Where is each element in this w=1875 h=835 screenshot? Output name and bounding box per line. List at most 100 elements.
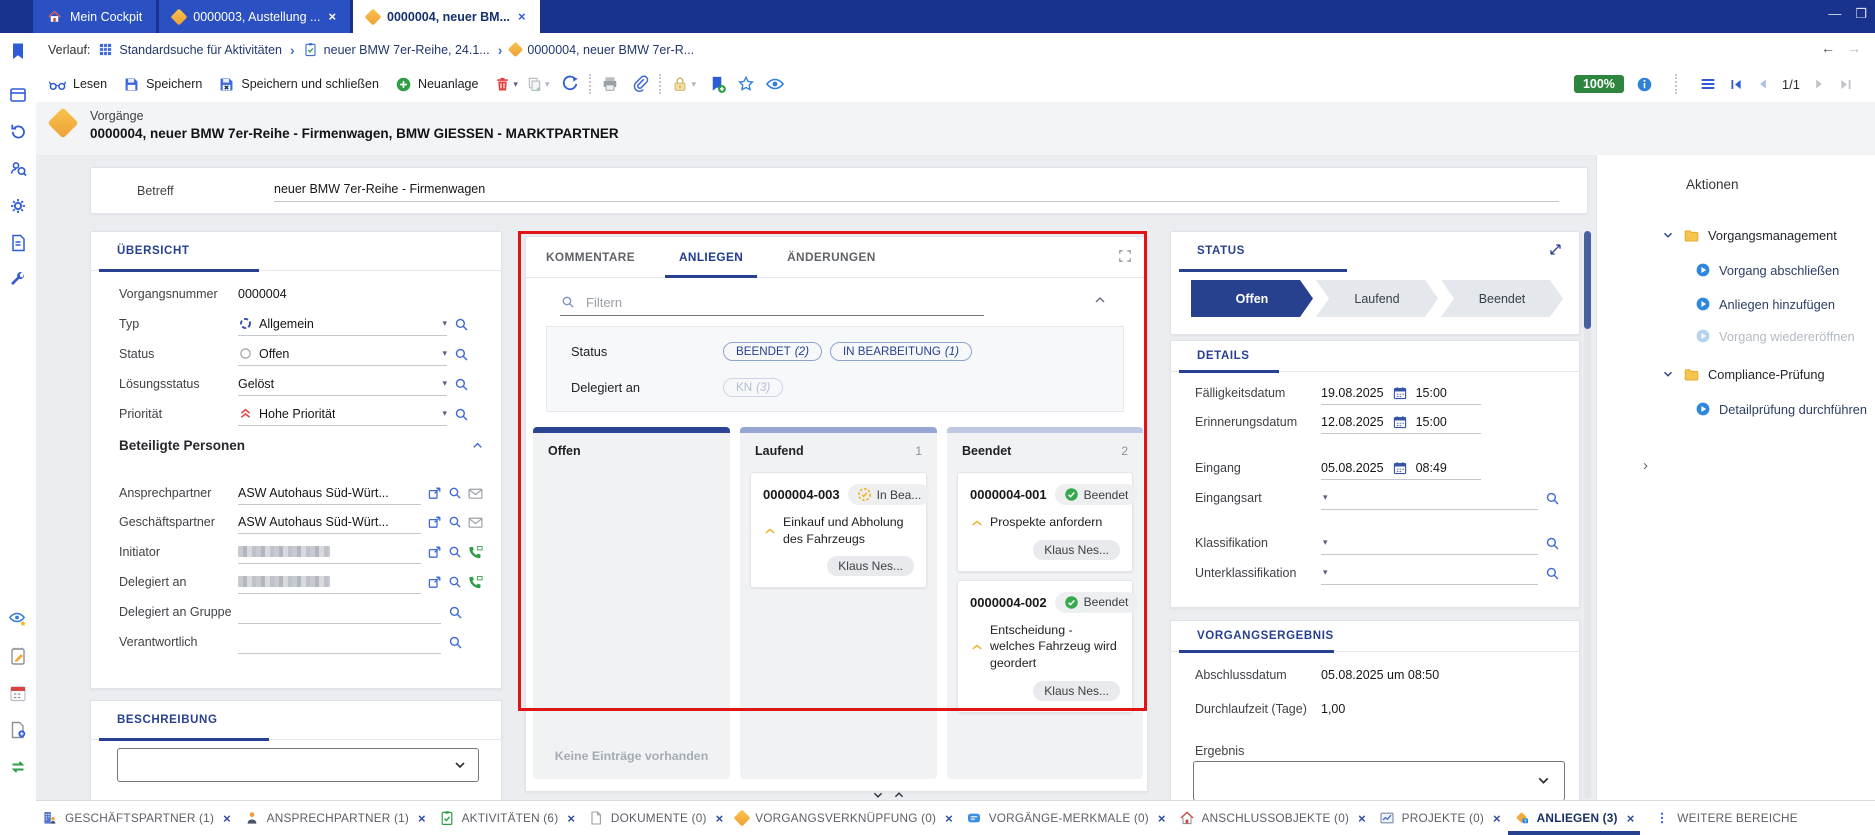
- dropdown-caret-icon[interactable]: ▾: [442, 408, 447, 419]
- verantwortlich-field[interactable]: [238, 631, 441, 654]
- bottom-tab-anschlussobjekte[interactable]: ANSCHLUSSOBJEKTE (0) ×: [1179, 801, 1366, 835]
- chevron-down-icon[interactable]: [1661, 228, 1675, 242]
- action-group-compliance[interactable]: Compliance-Prüfung: [1661, 364, 1825, 384]
- close-icon[interactable]: ×: [328, 10, 336, 23]
- ansprechpartner-field[interactable]: ASW Autohaus Süd-Würt...: [238, 482, 421, 505]
- next-page-icon[interactable]: [1812, 77, 1826, 91]
- action-vorgang-abschliessen[interactable]: Vorgang abschließen: [1695, 260, 1839, 280]
- watch-star-icon[interactable]: [8, 609, 28, 629]
- phone-icon[interactable]: [467, 574, 484, 591]
- close-icon[interactable]: ×: [418, 811, 426, 826]
- search-icon[interactable]: [447, 604, 464, 621]
- bottom-tab-dokumente[interactable]: DOKUMENTE (0) ×: [588, 801, 723, 835]
- typ-select[interactable]: Allgemein ▾: [238, 313, 447, 336]
- tab-uebersicht[interactable]: ÜBERSICHT: [117, 245, 190, 257]
- collapse-filter-icon[interactable]: [1092, 292, 1108, 308]
- bottom-tab-ansprechpartner[interactable]: ANSPRECHPARTNER (1) ×: [244, 801, 426, 835]
- tools-icon[interactable]: [8, 270, 28, 290]
- search-icon[interactable]: [453, 406, 470, 423]
- read-button[interactable]: Lesen: [48, 75, 107, 94]
- open-record-icon[interactable]: [427, 574, 443, 590]
- bottom-tab-projekte[interactable]: PROJEKTE (0) ×: [1379, 801, 1501, 835]
- search-icon[interactable]: [1544, 565, 1561, 582]
- kanban-card-0000004-003[interactable]: 0000004-003 In Bea... Einkauf und Abholu…: [750, 472, 927, 588]
- delegiert-an-field[interactable]: [238, 571, 421, 594]
- bottom-tab-weitere-bereiche[interactable]: WEITERE BEREICHE: [1655, 801, 1798, 835]
- history-back-icon[interactable]: ←: [1821, 40, 1835, 56]
- kanban-card-0000004-002[interactable]: 0000004-002 Beendet Entscheidung - welch…: [957, 580, 1133, 713]
- breadcrumb-item-activity[interactable]: neuer BMW 7er-Reihe, 24.1...: [324, 43, 490, 57]
- chevron-up-icon[interactable]: [893, 789, 905, 801]
- gear-icon[interactable]: [8, 196, 28, 216]
- first-page-icon[interactable]: [1729, 77, 1744, 92]
- close-icon[interactable]: ×: [567, 811, 575, 826]
- mail-icon[interactable]: [467, 485, 484, 502]
- tab-beschreibung[interactable]: BESCHREIBUNG: [117, 714, 218, 726]
- dropdown-caret-icon[interactable]: ▾: [1323, 567, 1328, 578]
- bottom-tab-geschaeftspartner[interactable]: GESCHÄFTSPARTNER (1) ×: [42, 801, 231, 835]
- collapse-section-icon[interactable]: [470, 438, 485, 453]
- notes-icon[interactable]: [8, 646, 28, 666]
- calendar-red-icon[interactable]: [8, 683, 28, 703]
- tab-vorgang-0000003[interactable]: 0000003, Austellung ... ×: [159, 0, 350, 33]
- collapse-actions-icon[interactable]: ›: [1643, 457, 1648, 474]
- refresh-icon[interactable]: [561, 75, 579, 93]
- status-step-beendet[interactable]: Beendet: [1441, 280, 1563, 317]
- open-record-icon[interactable]: [427, 544, 443, 560]
- status-step-laufend[interactable]: Laufend: [1316, 280, 1438, 317]
- dropdown-caret-icon[interactable]: ▾: [442, 378, 447, 389]
- bookmark-add-icon[interactable]: [708, 75, 727, 94]
- print-icon[interactable]: [601, 75, 619, 93]
- bottom-tab-vorgangsverknuepfung[interactable]: VORGANGSVERKNÜPFUNG (0) ×: [736, 801, 953, 835]
- filter-chip-in-bearbeitung[interactable]: IN BEARBEITUNG(1): [830, 342, 972, 361]
- last-page-icon[interactable]: [1838, 77, 1853, 92]
- breadcrumb-item-search[interactable]: Standardsuche für Aktivitäten: [119, 43, 282, 57]
- due-date-field[interactable]: 19.08.2025 15:00: [1321, 382, 1481, 405]
- mail-icon[interactable]: [467, 514, 484, 531]
- close-icon[interactable]: ×: [1158, 811, 1166, 826]
- close-icon[interactable]: ×: [1627, 811, 1635, 826]
- phone-icon[interactable]: [467, 544, 484, 561]
- lock-caret-icon[interactable]: ▾: [691, 79, 696, 90]
- action-anliegen-hinzufuegen[interactable]: Anliegen hinzufügen: [1695, 294, 1835, 314]
- minimize-icon[interactable]: —: [1828, 6, 1841, 22]
- history-forward-icon[interactable]: →: [1847, 40, 1861, 56]
- search-icon[interactable]: [453, 376, 470, 393]
- window-icon[interactable]: [8, 85, 28, 105]
- action-group-vorgangsmanagement[interactable]: Vorgangsmanagement: [1661, 225, 1837, 245]
- initiator-field[interactable]: [238, 541, 421, 564]
- save-button[interactable]: Speichern: [123, 76, 202, 93]
- doc-settings-icon[interactable]: [8, 720, 28, 740]
- subject-field[interactable]: neuer BMW 7er-Reihe - Firmenwagen: [274, 176, 1559, 202]
- filter-chip-beendet[interactable]: BEENDET(2): [723, 342, 822, 361]
- prioritaet-select[interactable]: Hohe Priorität ▾: [238, 403, 447, 426]
- chevron-down-icon[interactable]: [1661, 367, 1675, 381]
- close-icon[interactable]: ×: [716, 811, 724, 826]
- calendar-icon[interactable]: [1392, 414, 1408, 430]
- kanban-card-0000004-001[interactable]: 0000004-001 Beendet Prospekte anfordern …: [957, 472, 1133, 572]
- close-icon[interactable]: ×: [518, 10, 526, 23]
- received-date-field[interactable]: 05.08.2025 08:49: [1321, 457, 1481, 480]
- close-icon[interactable]: ×: [1358, 811, 1366, 826]
- tab-vorgang-0000004[interactable]: 0000004, neuer BM... ×: [353, 0, 540, 33]
- klassifikation-select[interactable]: ▾: [1321, 532, 1538, 555]
- search-icon[interactable]: [447, 514, 463, 530]
- attachment-icon[interactable]: [631, 75, 649, 93]
- search-icon[interactable]: [453, 316, 470, 333]
- delegiert-an-gruppe-field[interactable]: [238, 601, 441, 624]
- reminder-date-field[interactable]: 12.08.2025 15:00: [1321, 411, 1481, 434]
- status-step-offen[interactable]: Offen: [1191, 280, 1313, 317]
- bottom-tab-anliegen[interactable]: ? ANLIEGEN (3) ×: [1514, 801, 1635, 835]
- prev-page-icon[interactable]: [1756, 77, 1770, 91]
- tab-aenderungen[interactable]: ÄNDERUNGEN: [787, 237, 876, 277]
- calendar-icon[interactable]: [1392, 460, 1408, 476]
- open-record-icon[interactable]: [427, 485, 443, 501]
- save-close-button[interactable]: Speichern und schließen: [218, 76, 379, 93]
- dropdown-caret-icon[interactable]: ▾: [1323, 492, 1328, 503]
- search-icon[interactable]: [447, 485, 463, 501]
- close-icon[interactable]: ×: [1493, 811, 1501, 826]
- lock-icon[interactable]: [671, 75, 689, 93]
- dropdown-caret-icon[interactable]: ▾: [442, 348, 447, 359]
- copy-icon[interactable]: [526, 76, 543, 93]
- breadcrumb-item-case[interactable]: 0000004, neuer BMW 7er-R...: [527, 43, 694, 57]
